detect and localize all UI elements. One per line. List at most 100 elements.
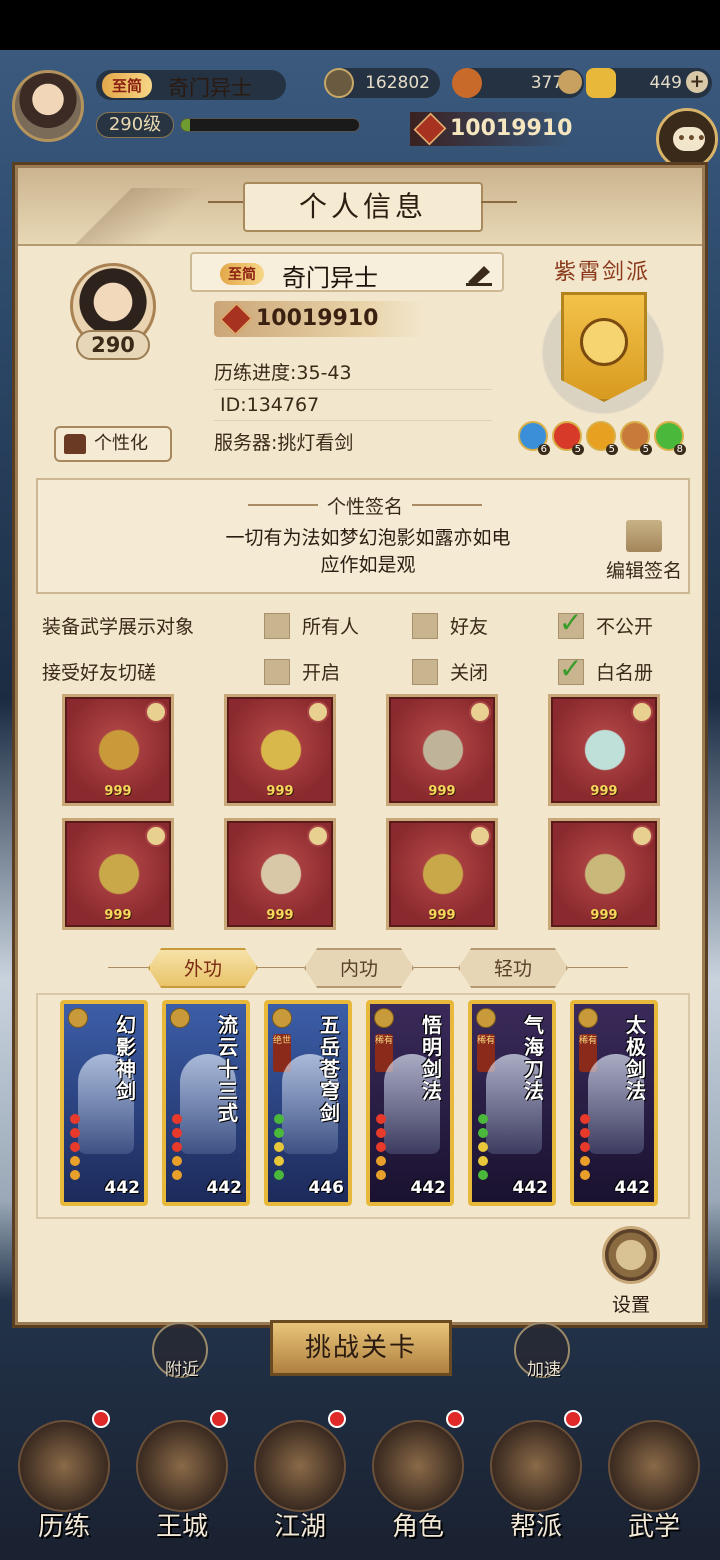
attribute-dot (70, 1156, 80, 1166)
attribute-dot (274, 1128, 284, 1138)
element-count: 5 (639, 444, 652, 455)
nav-label: 武学 (627, 1512, 680, 1542)
element-orb-4[interactable]: 8 (654, 421, 686, 455)
element-orb-2[interactable]: 5 (586, 421, 618, 455)
attribute-dot (70, 1170, 80, 1180)
equip-slot-hairpin[interactable]: 999 (224, 818, 336, 930)
belt-icon (413, 719, 473, 781)
star-badge-icon (307, 701, 329, 723)
martial-art-card-1[interactable]: 流云十三式 442 (162, 1000, 250, 1206)
settings-label: 设置 (611, 1294, 650, 1316)
nav-label: 帮派 (509, 1512, 562, 1542)
nav-label: 王城 (155, 1512, 208, 1542)
tab-external[interactable]: 外功 (148, 948, 258, 988)
tab-lightness[interactable]: 轻功 (458, 948, 568, 988)
personal-info-panel: 个人信息 290 个性化 至简 奇门异士 10019910 历练进度:35-43… (15, 165, 705, 1325)
element-count: 6 (537, 444, 550, 455)
attribute-dot (172, 1114, 182, 1124)
edit-name-icon[interactable] (464, 262, 494, 286)
option-label: 关闭 (450, 662, 489, 684)
power-plate: 10019910 (214, 301, 424, 337)
display-setting-label: 装备武学展示对象 (42, 616, 195, 638)
check-icon: ✓ (559, 652, 583, 685)
checkbox[interactable] (264, 613, 290, 639)
server-info: 服务器:挑灯看剑 (214, 432, 354, 454)
add-ingots-icon[interactable]: + (686, 71, 708, 93)
title-ornament-left (208, 201, 244, 211)
star-badge-icon (631, 701, 653, 723)
equip-slot-sword[interactable]: 999 (62, 694, 174, 806)
attribute-dot (580, 1128, 590, 1138)
hairpin-icon (251, 843, 311, 905)
edit-signature-label: 编辑签名 (605, 560, 682, 582)
nav-jianghu[interactable]: 江湖 (244, 1410, 356, 1560)
panel-header: 个人信息 (18, 168, 702, 246)
nav-character[interactable]: 角色 (362, 1410, 474, 1560)
attribute-dot (376, 1128, 386, 1138)
nav-label: 历练 (37, 1512, 90, 1542)
attribute-dot (274, 1114, 284, 1124)
nav-training[interactable]: 历练 (8, 1410, 120, 1560)
edit-signature-button[interactable]: 编辑签名 (602, 520, 686, 590)
ingots-counter[interactable]: 449 + (586, 68, 712, 98)
martial-art-card-3[interactable]: 稀有 悟明剑法 442 (366, 1000, 454, 1206)
option-label: 白名册 (596, 662, 654, 684)
star-badge-icon (307, 825, 329, 847)
grade-icon (170, 1008, 190, 1028)
energy-counter[interactable]: 3771 (452, 68, 584, 98)
equip-slot-armor[interactable]: 999 (224, 694, 336, 806)
equip-slot-necklace[interactable]: 999 (62, 818, 174, 930)
nav-guild[interactable]: 帮派 (480, 1410, 592, 1560)
martial-art-card-2[interactable]: 绝世 五岳苍穹剑 446 (264, 1000, 352, 1206)
coins-counter[interactable]: 162802 (324, 68, 440, 98)
chat-button[interactable]: ••• (656, 108, 718, 170)
element-count: 5 (571, 444, 584, 455)
checkbox[interactable] (412, 613, 438, 639)
settings-button[interactable]: 设置 (598, 1226, 664, 1326)
attribute-dot (376, 1114, 386, 1124)
necklace-icon (89, 843, 149, 905)
player-avatar[interactable] (12, 70, 84, 142)
equip-quantity: 999 (104, 784, 132, 799)
checkbox[interactable] (264, 659, 290, 685)
challenge-stage-button[interactable]: 挑战关卡 (270, 1320, 452, 1376)
grade-icon (578, 1008, 598, 1028)
checkbox[interactable]: ✓ (558, 608, 584, 639)
energy-icon (452, 68, 482, 98)
ring-icon (575, 843, 635, 905)
attribute-dot (478, 1128, 488, 1138)
speedup-button[interactable]: 加速 (514, 1322, 570, 1380)
element-orb-3[interactable]: 5 (620, 421, 652, 455)
martial-art-card-0[interactable]: 幻影神剑 442 (60, 1000, 148, 1206)
equip-slot-belt[interactable]: 999 (386, 694, 498, 806)
ingot-icon (586, 68, 616, 98)
customize-button[interactable]: 个性化 (54, 426, 172, 462)
checkbox[interactable]: ✓ (558, 654, 584, 685)
attribute-dot (70, 1142, 80, 1152)
option-label: 所有人 (302, 616, 360, 638)
panel-title: 个人信息 (243, 182, 483, 232)
dragon-emblem-icon (580, 318, 628, 366)
element-orb-0[interactable]: 6 (518, 421, 550, 455)
nearby-button[interactable]: 附近 (152, 1322, 208, 1380)
martial-art-name: 幻影神剑 (116, 1013, 136, 1103)
nearby-label: 附近 (165, 1360, 199, 1380)
equip-slot-boots[interactable]: 999 (548, 694, 660, 806)
martial-art-level: 442 (512, 1178, 549, 1198)
checkbox[interactable] (412, 659, 438, 685)
name-rank-badge: 至简 (220, 263, 264, 285)
robe-icon (64, 434, 86, 454)
martial-art-card-5[interactable]: 稀有 太极剑法 442 (570, 1000, 658, 1206)
nav-royal-city[interactable]: 王城 (126, 1410, 238, 1560)
element-orb-1[interactable]: 5 (552, 421, 584, 455)
equip-slot-bracelet[interactable]: 999 (386, 818, 498, 930)
coins-value: 162802 (365, 73, 430, 93)
martial-art-card-4[interactable]: 稀有 气海刀法 442 (468, 1000, 556, 1206)
element-count: 5 (605, 444, 618, 455)
spar-setting-row: 接受好友切磋 开启 关闭 ✓ 白名册 (42, 654, 682, 690)
equip-slot-ring[interactable]: 999 (548, 818, 660, 930)
tab-internal[interactable]: 内功 (304, 948, 414, 988)
martial-art-name: 悟明剑法 (422, 1013, 442, 1103)
training-icon (18, 1420, 110, 1512)
nav-martial-arts[interactable]: 武学 (598, 1410, 710, 1560)
